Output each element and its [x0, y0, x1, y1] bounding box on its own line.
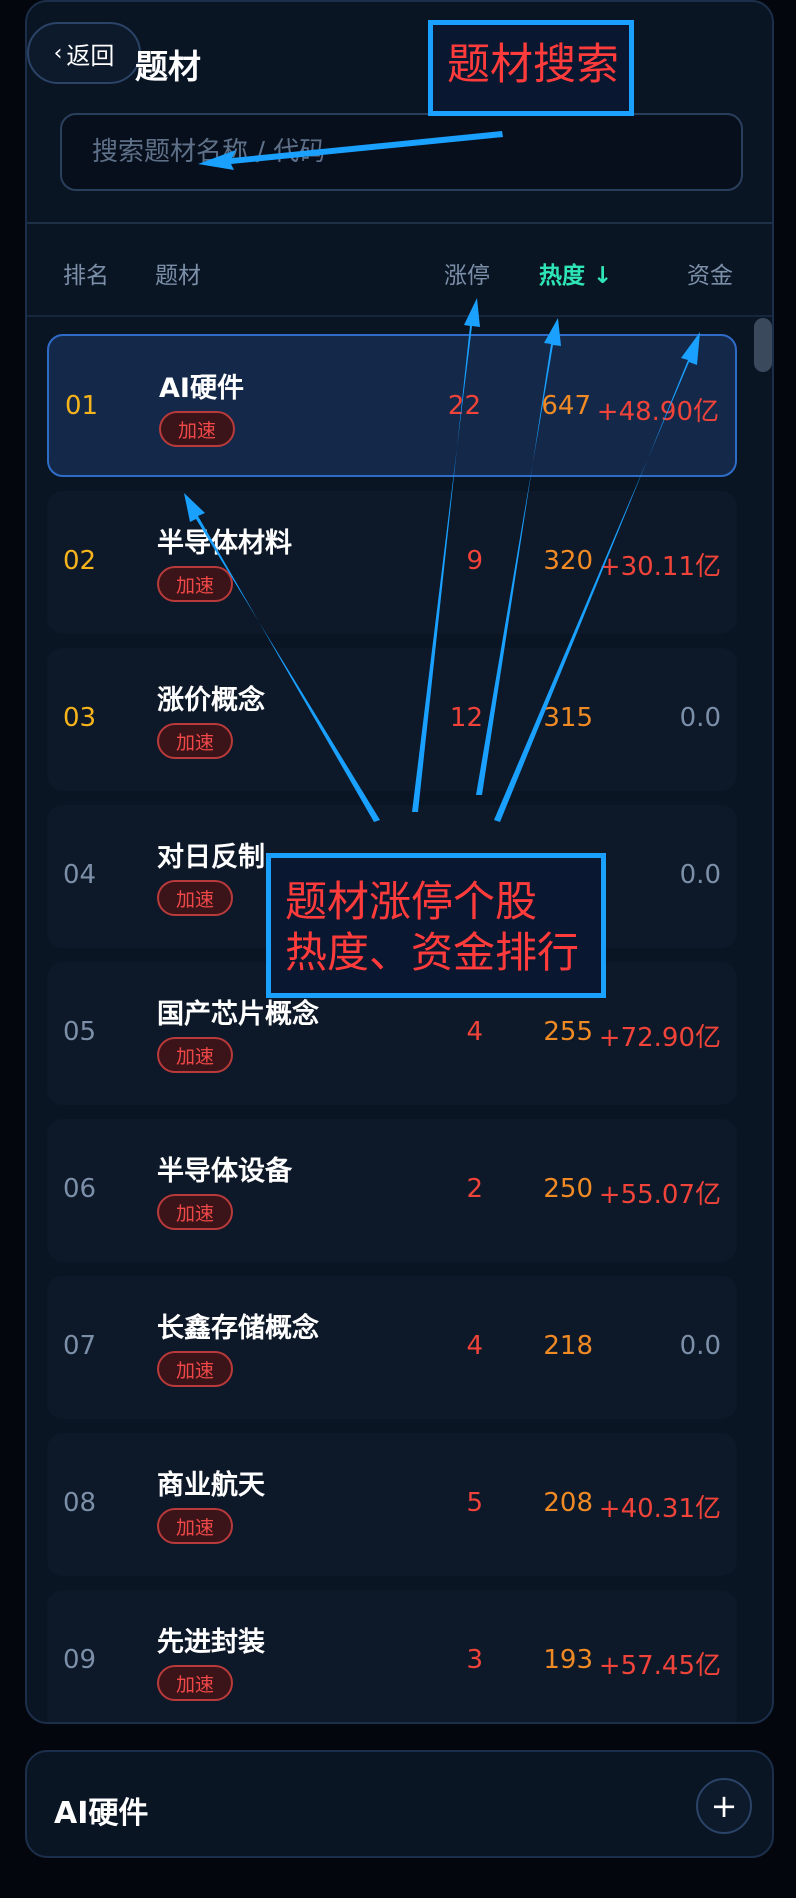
rank-number: 08 — [63, 1488, 97, 1518]
page-title: 题材 — [135, 47, 201, 86]
search-callout: 题材搜索 — [428, 20, 634, 116]
selected-theme-bar: AI硬件 + — [25, 1750, 774, 1858]
heat-value: 193 — [543, 1645, 593, 1675]
heat-value: 255 — [543, 1017, 593, 1047]
fund-flow: +30.11亿 — [598, 552, 721, 582]
divider — [27, 315, 772, 317]
limit-up-count: 5 — [466, 1488, 483, 1518]
fund-flow: +40.31亿 — [598, 1494, 721, 1524]
scrollbar[interactable] — [754, 318, 772, 372]
limit-up-count: 2 — [466, 1174, 483, 1204]
rank-number: 03 — [63, 703, 97, 733]
status-badge: 加速 — [159, 411, 235, 447]
ranking-callout: 题材涨停个股 热度、资金排行 — [266, 853, 606, 998]
theme-row[interactable]: 03 涨价概念 加速 12 315 0.0 — [47, 648, 737, 791]
status-badge: 加速 — [157, 1037, 233, 1073]
ranking-callout-line2: 热度、资金排行 — [285, 928, 580, 978]
theme-name: 涨价概念 — [157, 685, 265, 716]
status-badge: 加速 — [157, 723, 233, 759]
theme-row[interactable]: 02 半导体材料 加速 9 320 +30.11亿 — [47, 491, 737, 634]
heat-value: 208 — [543, 1488, 593, 1518]
heat-value: 315 — [543, 703, 593, 733]
fund-flow: +55.07亿 — [598, 1180, 721, 1210]
heat-value: 218 — [543, 1331, 593, 1361]
theme-name: 对日反制 — [157, 842, 265, 873]
rank-number: 01 — [65, 391, 99, 421]
divider — [27, 222, 772, 224]
rank-number: 07 — [63, 1331, 97, 1361]
limit-up-count: 9 — [466, 546, 483, 576]
theme-name: 商业航天 — [157, 1470, 265, 1501]
fund-flow: +72.90亿 — [598, 1023, 721, 1053]
column-header-theme[interactable]: 题材 — [155, 256, 201, 290]
limit-up-count: 4 — [466, 1017, 483, 1047]
status-badge: 加速 — [157, 880, 233, 916]
rank-number: 05 — [63, 1017, 97, 1047]
status-badge: 加速 — [157, 1194, 233, 1230]
add-button[interactable]: + — [696, 1778, 752, 1834]
rank-number: 02 — [63, 546, 97, 576]
back-button[interactable]: ‹ 返回 — [27, 22, 141, 84]
rank-number: 04 — [63, 860, 97, 890]
theme-row[interactable]: 08 商业航天 加速 5 208 +40.31亿 — [47, 1433, 737, 1576]
limit-up-count: 3 — [466, 1645, 483, 1675]
fund-flow: +48.90亿 — [596, 397, 719, 427]
plus-icon: + — [710, 1787, 738, 1825]
theme-name: 半导体设备 — [157, 1156, 292, 1187]
status-badge: 加速 — [157, 1665, 233, 1701]
theme-name: AI硬件 — [159, 373, 244, 404]
back-label: 返回 — [66, 41, 115, 70]
heat-value: 320 — [543, 546, 593, 576]
fund-flow: 0.0 — [679, 860, 721, 890]
ranking-callout-line1: 题材涨停个股 — [285, 877, 538, 926]
column-header-limit-up[interactable]: 涨停 — [444, 256, 490, 290]
fund-flow: 0.0 — [679, 703, 721, 733]
limit-up-count: 4 — [466, 1331, 483, 1361]
limit-up-count: 22 — [447, 391, 481, 421]
theme-name: 先进封装 — [157, 1627, 265, 1658]
theme-row[interactable]: 07 长鑫存储概念 加速 4 218 0.0 — [47, 1276, 737, 1419]
column-header-fund[interactable]: 资金 — [687, 256, 733, 290]
fund-flow: +57.45亿 — [598, 1651, 721, 1681]
search-input[interactable] — [90, 136, 741, 168]
status-badge: 加速 — [157, 566, 233, 602]
chevron-left-icon: ‹ — [53, 40, 63, 66]
column-header-rank[interactable]: 排名 — [63, 256, 109, 290]
column-header-heat[interactable]: 热度 ↓ — [539, 256, 612, 290]
status-badge: 加速 — [157, 1508, 233, 1544]
theme-row[interactable]: 09 先进封装 加速 3 193 +57.45亿 — [47, 1590, 737, 1722]
theme-row[interactable]: 01 AI硬件 加速 22 647 +48.90亿 — [47, 334, 737, 477]
theme-row[interactable]: 06 半导体设备 加速 2 250 +55.07亿 — [47, 1119, 737, 1262]
status-badge: 加速 — [157, 1351, 233, 1387]
selected-theme-title: AI硬件 — [54, 1796, 149, 1831]
theme-name: 长鑫存储概念 — [157, 1313, 319, 1344]
fund-flow: 0.0 — [679, 1331, 721, 1361]
heat-value: 647 — [541, 391, 591, 421]
rank-number: 06 — [63, 1174, 97, 1204]
limit-up-count: 12 — [449, 703, 483, 733]
theme-name: 半导体材料 — [157, 528, 292, 559]
search-box[interactable] — [60, 113, 743, 191]
rank-number: 09 — [63, 1645, 97, 1675]
heat-value: 250 — [543, 1174, 593, 1204]
